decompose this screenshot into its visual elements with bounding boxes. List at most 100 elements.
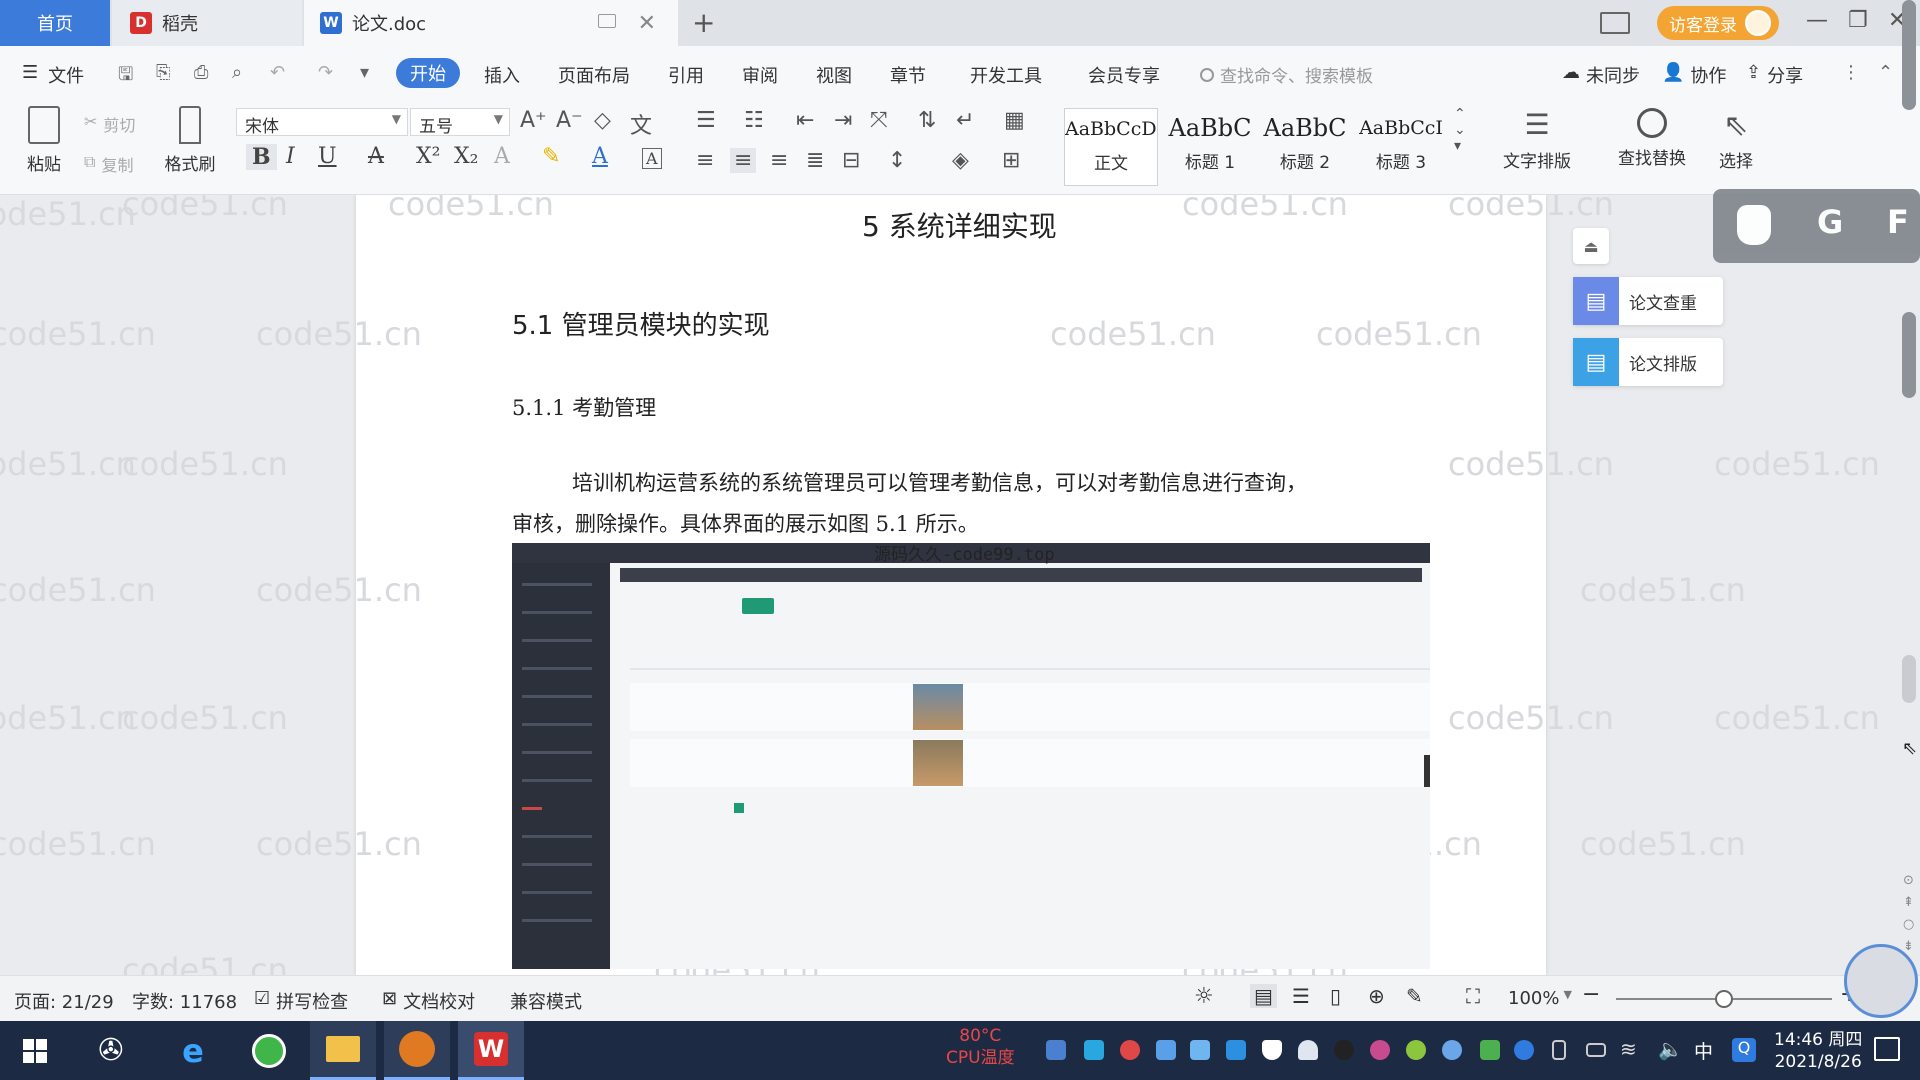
fit-page-icon[interactable]: ⛶ (1466, 984, 1480, 1008)
find-replace-button[interactable]: 查找替换 (1608, 108, 1696, 169)
tab-document[interactable]: W 论文.doc ✕ (304, 0, 678, 46)
undo-icon[interactable]: ↶ (270, 62, 285, 83)
tray-app-icon[interactable] (1084, 1040, 1104, 1060)
bluetooth-icon[interactable] (1514, 1040, 1534, 1060)
eye-protect-icon[interactable]: ☼ (1194, 984, 1214, 1009)
windows-start-icon[interactable] (2, 1021, 68, 1080)
command-search[interactable]: 查找命令、搜索模板 (1200, 62, 1373, 87)
share-button[interactable]: ⇪ 分享 (1746, 62, 1803, 88)
styles-scroll-icon[interactable]: ⌃ ⌄ ▾ (1454, 106, 1466, 154)
font-color-icon[interactable]: A (592, 144, 608, 169)
tab-home[interactable]: 首页 (0, 0, 110, 46)
assistant-avatar[interactable] (1844, 944, 1918, 1018)
indent-icon[interactable]: ⇥ (834, 108, 852, 133)
battery-icon[interactable] (1586, 1043, 1606, 1057)
format-painter-button[interactable]: 格式刷 (160, 106, 220, 175)
preview-icon[interactable]: ⌕ (232, 62, 242, 83)
volume-icon[interactable]: 🔈 (1658, 1037, 1683, 1061)
figure-screenshot[interactable]: 源码久久-code99.top (512, 543, 1430, 969)
tray-nvidia-icon[interactable] (1480, 1040, 1500, 1060)
shading-icon[interactable]: ◈ (952, 148, 969, 173)
page-view-icon[interactable]: ▤ (1250, 984, 1277, 1008)
tab-view[interactable]: 视图 (816, 62, 852, 88)
collab-button[interactable]: 👤 协作 (1662, 62, 1726, 88)
text-direction-icon[interactable]: ⤧ (870, 108, 888, 133)
text-effect-icon[interactable]: A (494, 144, 510, 169)
tray-phone-icon[interactable] (1552, 1040, 1566, 1060)
write-view-icon[interactable]: ✎ (1406, 984, 1423, 1008)
tab-dev-tools[interactable]: 开发工具 (970, 62, 1042, 88)
notification-center-icon[interactable] (1874, 1037, 1900, 1061)
font-family-select[interactable]: 宋体 ▼ (236, 108, 408, 137)
tab-start[interactable]: 开始 (396, 58, 460, 88)
guest-login-button[interactable]: 访客登录 (1657, 6, 1779, 40)
subscript-icon[interactable]: X₂ (454, 144, 478, 169)
superscript-icon[interactable]: X² (416, 144, 440, 169)
border-icon[interactable]: ⊞ (1002, 148, 1020, 173)
new-tab-button[interactable]: + (692, 6, 715, 39)
style-normal[interactable]: AaBbCcDd 正文 (1064, 108, 1158, 186)
tab-daoke[interactable]: D 稻壳 (112, 0, 302, 46)
tray-bag-icon[interactable] (1156, 1040, 1176, 1060)
cpu-temperature[interactable]: 80°C CPU温度 (946, 1025, 1015, 1069)
print-icon[interactable]: ⎙ (194, 62, 208, 83)
page-nav-icons[interactable]: ⊙ ⇞ ○ ⇟ (1903, 870, 1914, 958)
tab-page-layout[interactable]: 页面布局 (558, 62, 630, 88)
g-icon[interactable]: G (1817, 203, 1843, 241)
paper-layout-button[interactable]: ▤ 论文排版 (1573, 338, 1723, 386)
tray-qq-icon[interactable] (1334, 1040, 1354, 1060)
highlight-icon[interactable]: ✎ (542, 144, 560, 169)
paste-button[interactable]: 粘贴 (16, 106, 72, 175)
tray-bell-icon[interactable] (1298, 1040, 1318, 1060)
tray-q-icon[interactable]: Q (1732, 1038, 1756, 1062)
tray-red-icon[interactable] (1120, 1040, 1140, 1060)
file-menu[interactable]: ☰ 文件 (22, 62, 84, 88)
bold-icon[interactable]: B (246, 144, 277, 170)
word-count[interactable]: 字数: 11768 (132, 988, 237, 1014)
style-heading-3[interactable]: AaBbCcI 标题 3 (1354, 108, 1448, 186)
redo-icon[interactable]: ↷ (318, 62, 333, 83)
tray-plus-icon[interactable] (1406, 1040, 1426, 1060)
copy-button[interactable]: ⧉ 复制 (84, 152, 133, 176)
proofread-button[interactable]: ⊠ 文档校对 (382, 988, 475, 1014)
justify-icon[interactable]: ≣ (806, 148, 824, 173)
tray-shield-icon[interactable] (1262, 1040, 1282, 1060)
tab-references[interactable]: 引用 (668, 62, 704, 88)
tab-member[interactable]: 会员专享 (1088, 62, 1160, 88)
restore-icon[interactable]: ❐ (1848, 8, 1868, 33)
close-tab-icon[interactable]: ✕ (638, 11, 656, 36)
font-size-select[interactable]: 五号 ▼ (410, 108, 510, 137)
read-view-icon[interactable]: ▯ (1330, 984, 1341, 1008)
strikethrough-icon[interactable]: A (368, 144, 384, 169)
browser-360-icon[interactable] (236, 1021, 302, 1080)
layout-switch-icon[interactable] (1600, 12, 1630, 34)
shrink-font-icon[interactable]: A⁻ (556, 108, 583, 133)
select-button[interactable]: ⇖ 选择 (1708, 108, 1764, 172)
tray-qq2-icon[interactable] (1370, 1040, 1390, 1060)
align-right-icon[interactable]: ≡ (770, 148, 788, 173)
page-indicator[interactable]: 页面: 21/29 (14, 988, 114, 1014)
more-icon[interactable]: ⋮ (1842, 62, 1860, 83)
tab-chapter[interactable]: 章节 (890, 62, 926, 88)
distribute-icon[interactable]: ⊟ (842, 148, 860, 173)
fan-app-icon[interactable]: ✇ (78, 1021, 144, 1080)
align-left-icon[interactable]: ≡ (696, 148, 714, 173)
tab-insert[interactable]: 插入 (484, 62, 520, 88)
game-app-icon[interactable] (384, 1021, 450, 1080)
save-icon[interactable]: 🖫 (118, 62, 133, 92)
grow-font-icon[interactable]: A⁺ (520, 108, 547, 133)
vertical-scrollbar-thumb[interactable] (1902, 655, 1916, 703)
file-explorer-icon[interactable] (310, 1021, 376, 1080)
align-center-icon[interactable]: ≡ (730, 148, 757, 173)
text-layout-button[interactable]: ☰ 文字排版 (1494, 108, 1580, 172)
underline-icon[interactable]: U (318, 144, 337, 169)
tray-dial-icon[interactable] (1442, 1040, 1462, 1060)
bullet-list-icon[interactable]: ☰ (696, 108, 716, 133)
sort-icon[interactable]: ⇅ (918, 108, 936, 133)
table-tools-icon[interactable]: ▦ (1004, 108, 1025, 133)
line-spacing-icon[interactable]: ↕ (888, 148, 906, 173)
monitor-icon[interactable] (598, 14, 616, 28)
numbered-list-icon[interactable]: ☷ (744, 108, 764, 133)
tray-usb-icon[interactable] (1190, 1040, 1210, 1060)
tab-review[interactable]: 审阅 (742, 62, 778, 88)
